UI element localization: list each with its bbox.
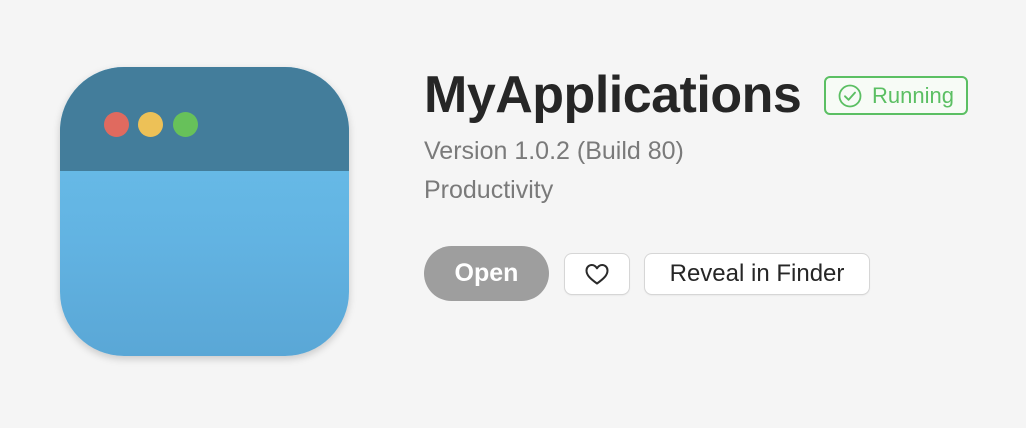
icon-titlebar (60, 67, 349, 171)
app-window-icon (60, 67, 349, 356)
open-button[interactable]: Open (424, 246, 549, 301)
heart-icon (585, 264, 609, 285)
red-dot-icon (104, 112, 129, 137)
category-text: Productivity (424, 176, 554, 204)
reveal-in-finder-button[interactable]: Reveal in Finder (645, 254, 869, 294)
app-name: MyApplications (424, 66, 802, 124)
version-text: Version 1.0.2 (Build 80) (424, 137, 684, 165)
favorite-button[interactable] (565, 254, 629, 294)
green-dot-icon (173, 112, 198, 137)
check-circle-icon (838, 84, 862, 107)
status-label: Running (872, 82, 954, 108)
yellow-dot-icon (138, 112, 163, 137)
app-detail-header: MyApplications Running Version 1.0.2 (Bu… (0, 0, 1026, 428)
status-badge: Running (824, 76, 968, 115)
